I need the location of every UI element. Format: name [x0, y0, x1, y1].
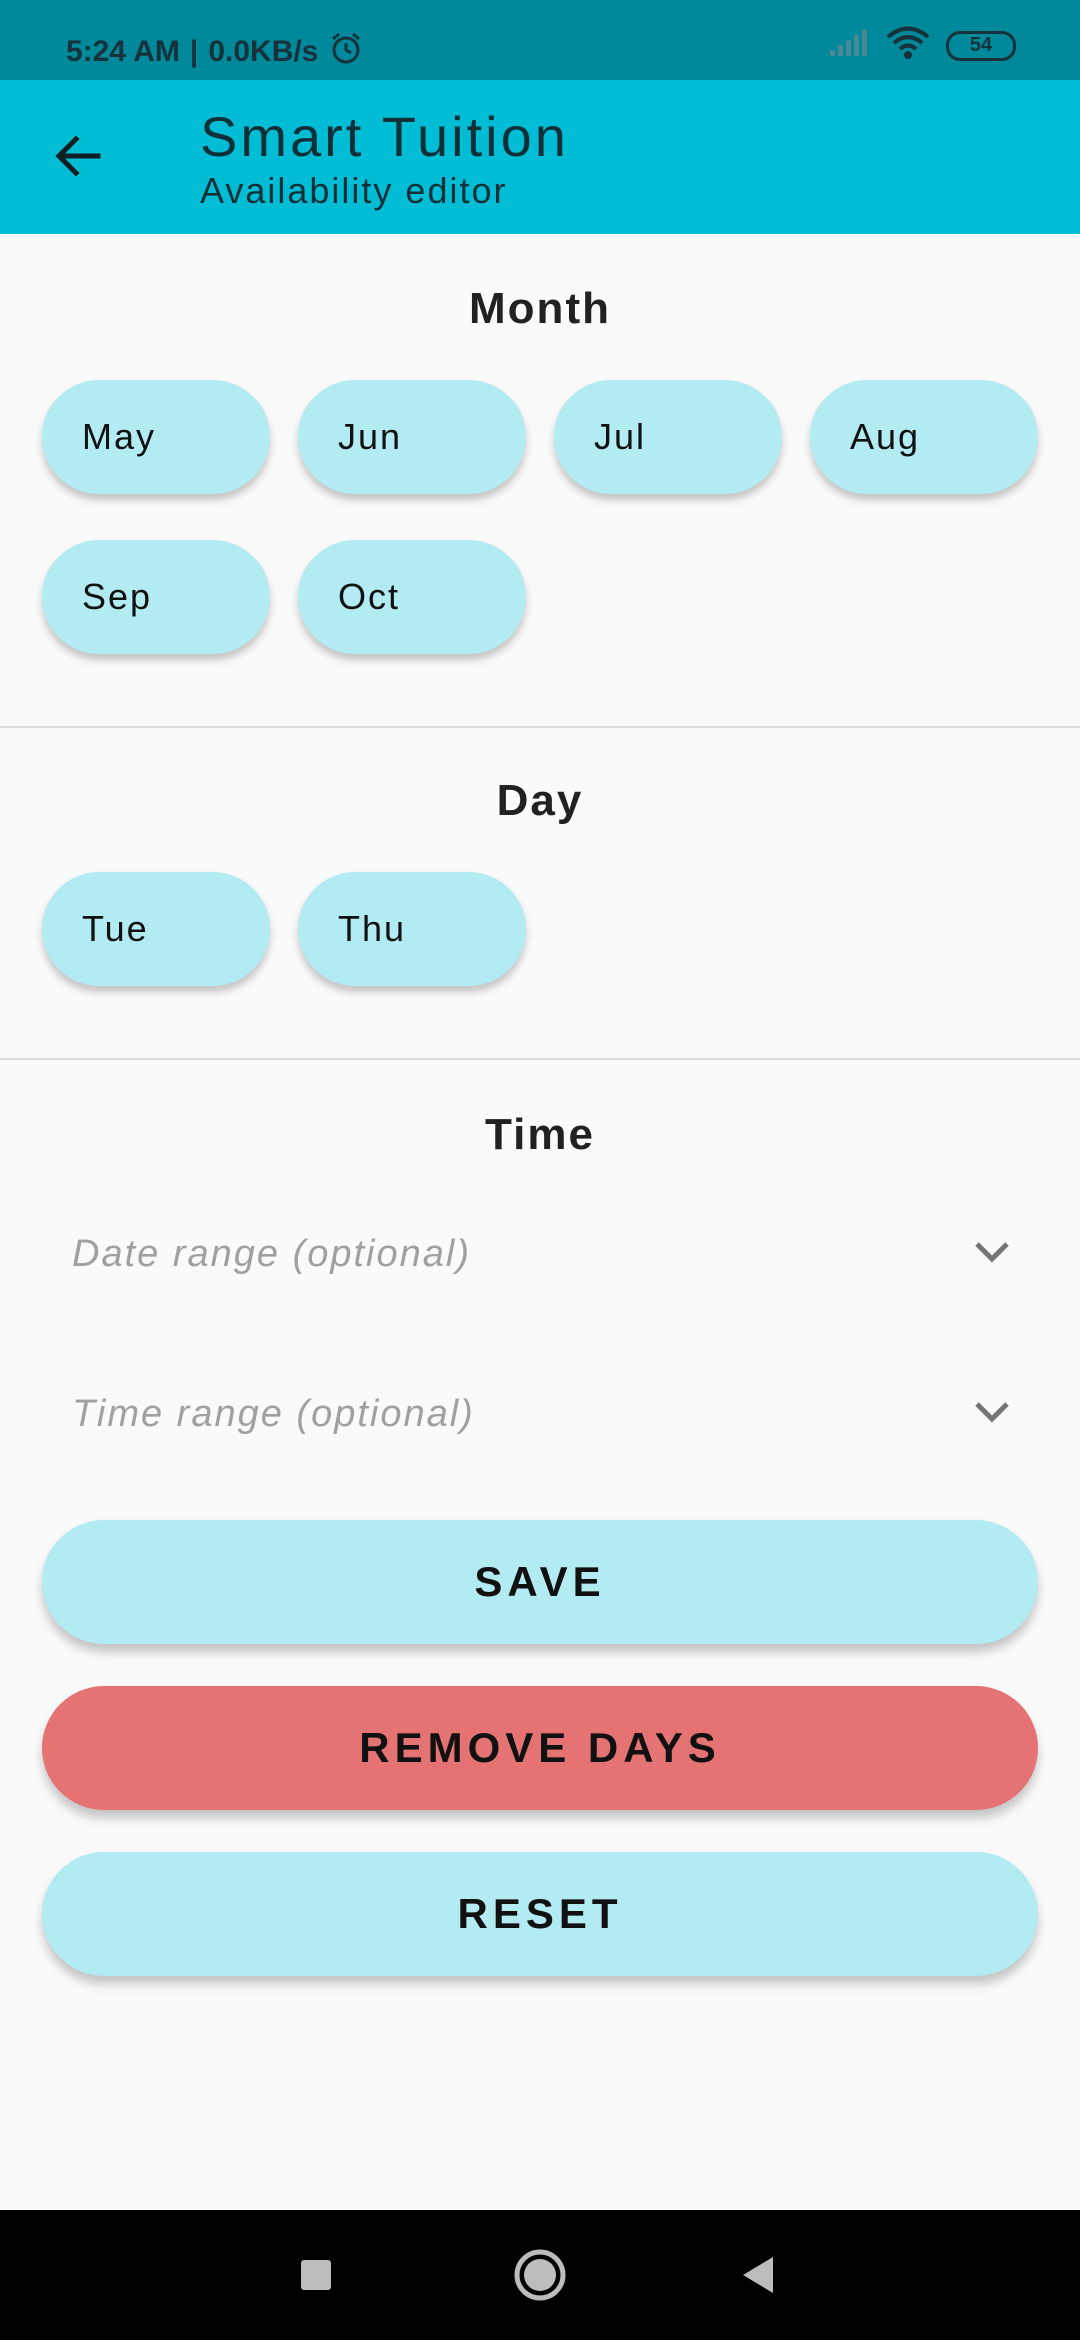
home-circle-icon[interactable]	[506, 2210, 574, 2340]
day-chip-tue[interactable]: Tue	[42, 872, 270, 986]
day-chip-thu[interactable]: Thu	[298, 872, 526, 986]
signal-icon	[828, 28, 870, 63]
app-subtitle: Availability editor	[200, 170, 508, 211]
status-right: 54	[828, 26, 1016, 65]
battery-level: 54	[969, 34, 993, 56]
status-bar: 5:24 AM | 0.0KB/s 54	[0, 0, 1080, 80]
alarm-icon	[328, 30, 364, 74]
day-section-title: Day	[496, 776, 584, 825]
month-chip-sep[interactable]: Sep	[42, 540, 270, 654]
month-chip-aug[interactable]: Aug	[810, 380, 1038, 494]
month-section-title: Month	[469, 284, 611, 333]
divider-month-day	[0, 726, 1080, 728]
time-section-title: Time	[485, 1110, 595, 1159]
save-button[interactable]: SAVE	[42, 1520, 1038, 1644]
month-chip-jun[interactable]: Jun	[298, 380, 526, 494]
recents-square-icon[interactable]	[282, 2210, 350, 2340]
back-button[interactable]	[40, 120, 116, 196]
app-title: Smart Tuition	[200, 105, 569, 168]
status-time: 5:24 AM	[66, 35, 180, 68]
chevron-down-icon	[972, 1398, 1012, 1431]
status-separator: |	[189, 35, 199, 68]
month-chip-jul[interactable]: Jul	[554, 380, 782, 494]
remove-days-button[interactable]: REMOVE DAYS	[42, 1686, 1038, 1810]
date-range-dropdown[interactable]: Date range (optional)	[72, 1214, 1012, 1294]
time-range-placeholder: Time range (optional)	[72, 1392, 475, 1435]
arrow-back-icon	[52, 130, 104, 187]
battery-icon: 54	[946, 30, 1016, 61]
month-chip-may[interactable]: May	[42, 380, 270, 494]
status-left: 5:24 AM | 0.0KB/s	[66, 30, 364, 74]
system-nav-bar	[0, 2210, 1080, 2340]
date-range-placeholder: Date range (optional)	[72, 1232, 471, 1275]
status-network-speed: 0.0KB/s	[208, 35, 319, 68]
divider-day-time	[0, 1058, 1080, 1060]
chevron-down-icon	[972, 1238, 1012, 1271]
wifi-icon	[886, 26, 930, 65]
time-range-dropdown[interactable]: Time range (optional)	[72, 1374, 1012, 1454]
app-bar: Smart Tuition Availability editor	[0, 80, 1080, 234]
reset-button[interactable]: RESET	[42, 1852, 1038, 1976]
back-triangle-icon[interactable]	[724, 2210, 792, 2340]
month-chip-oct[interactable]: Oct	[298, 540, 526, 654]
